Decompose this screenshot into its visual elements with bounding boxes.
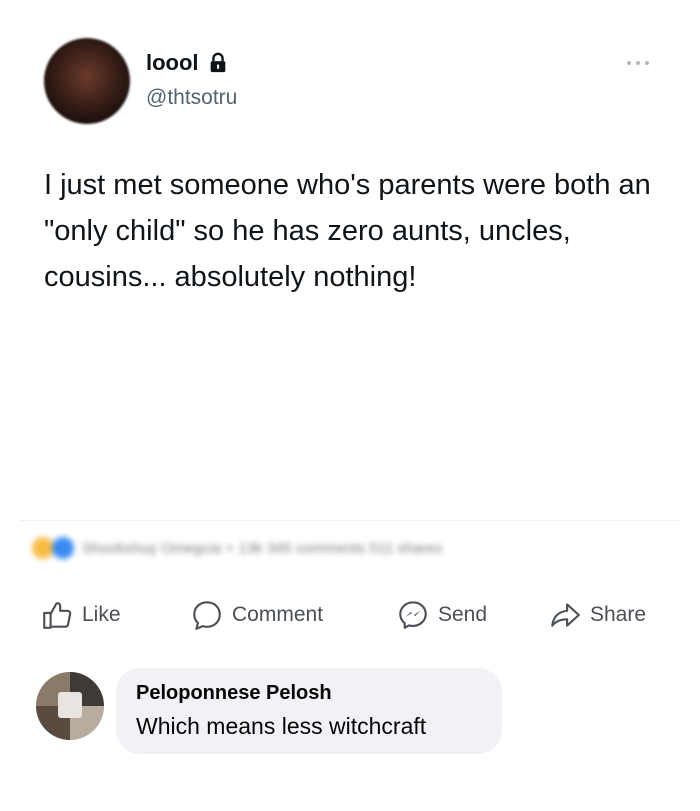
tweet-text: I just met someone who's parents were bo…: [44, 169, 651, 293]
comment: Peloponnese Pelosh Which means less witc…: [36, 668, 676, 758]
like-label: Like: [82, 603, 121, 626]
tweet-author-avatar[interactable]: [44, 38, 130, 124]
more-icon[interactable]: [624, 58, 652, 68]
like-button[interactable]: Like: [40, 590, 121, 640]
send-button[interactable]: Send: [396, 590, 487, 640]
tweet-author-name-row: loool: [146, 50, 229, 76]
comment-label: Comment: [232, 603, 324, 626]
post-action-bar: Like Comment Send Share: [0, 590, 700, 640]
comment-button[interactable]: Comment: [190, 590, 323, 640]
share-icon: [551, 603, 580, 627]
like-reaction-icon: [52, 537, 74, 559]
avatar-collage-tile: [58, 692, 82, 718]
share-label: Share: [590, 603, 647, 626]
comment-text: Which means less witchcraft: [136, 713, 427, 739]
comment-author[interactable]: Peloponnese Pelosh: [136, 682, 332, 705]
share-button[interactable]: Share: [548, 590, 646, 640]
send-label: Send: [438, 603, 488, 626]
tweet-handle[interactable]: @thtsotru: [146, 86, 237, 110]
reactions-summary[interactable]: Shoobshuy Omegcia + 13k 345 comments 511…: [32, 533, 672, 563]
divider: [20, 520, 680, 521]
lock-icon: [210, 52, 225, 73]
comment-bubble: Peloponnese Pelosh Which means less witc…: [116, 668, 502, 754]
messenger-icon: [399, 601, 427, 629]
comment-icon: [193, 601, 221, 630]
thumbs-up-icon: [43, 602, 72, 629]
tweet-card: loool @thtsotru I just met someone who's…: [0, 0, 700, 520]
reactions-summary-text: Shoobshuy Omegcia + 13k 345 comments 511…: [82, 539, 443, 557]
haha-reaction-icon: [32, 537, 54, 559]
commenter-avatar[interactable]: [36, 672, 104, 740]
tweet-display-name[interactable]: loool: [146, 50, 199, 76]
